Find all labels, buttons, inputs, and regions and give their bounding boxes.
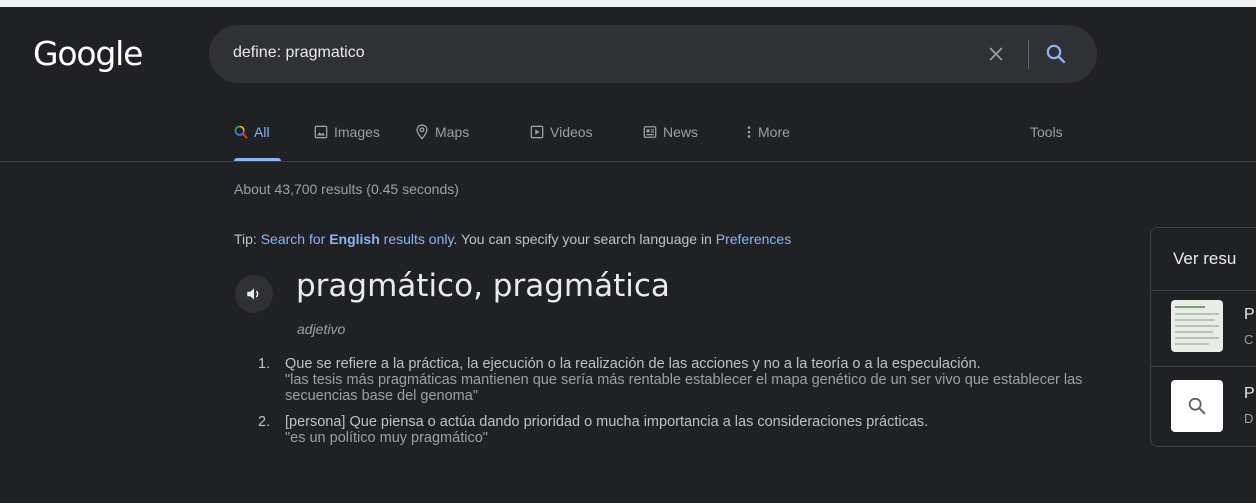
thumbnail-decoration xyxy=(1175,313,1219,315)
google-logo[interactable]: Google xyxy=(33,34,143,73)
close-icon[interactable] xyxy=(985,43,1007,65)
side-result-source: C xyxy=(1244,332,1254,347)
link-text: Search for xyxy=(260,231,330,247)
link-text: results only xyxy=(379,231,454,247)
search-input[interactable]: define: pragmatico xyxy=(233,44,365,62)
thumbnail-decoration xyxy=(1175,306,1205,308)
side-result-title[interactable]: P xyxy=(1244,385,1255,403)
header-divider xyxy=(0,161,1256,162)
tab-label: More xyxy=(758,124,790,140)
definition-item: 1. Que se refiere a la práctica, la ejec… xyxy=(258,356,1118,404)
side-results-panel: Ver resu P C P D xyxy=(1150,227,1256,447)
tab-label: All xyxy=(254,124,270,140)
image-icon xyxy=(314,125,328,139)
pronunciation-button[interactable] xyxy=(235,275,273,313)
map-pin-icon xyxy=(416,124,428,140)
side-panel-title: Ver resu xyxy=(1173,249,1237,268)
side-result-source: D xyxy=(1244,411,1254,426)
tab-label: News xyxy=(663,124,699,140)
side-result-title[interactable]: P xyxy=(1244,306,1255,324)
tab-label: Images xyxy=(334,124,380,140)
search-icon xyxy=(234,125,248,139)
play-icon xyxy=(530,125,544,139)
preferences-link[interactable]: Preferences xyxy=(716,231,791,247)
definition-number: 2. xyxy=(258,414,271,430)
thumbnail-decoration xyxy=(1175,319,1215,321)
tab-videos[interactable]: Videos xyxy=(530,124,593,140)
more-vert-icon xyxy=(747,126,751,138)
thumbnail-decoration xyxy=(1175,325,1219,327)
part-of-speech: adjetivo xyxy=(297,321,346,337)
dictionary-headword: pragmático, pragmática xyxy=(296,268,670,304)
definition-example: "es un político muy pragmático" xyxy=(285,430,488,446)
tab-images[interactable]: Images xyxy=(314,124,380,140)
side-divider xyxy=(1151,290,1256,291)
search-bar[interactable]: define: pragmatico xyxy=(209,25,1097,83)
tip-prefix: Tip: xyxy=(234,231,261,247)
result-stats: About 43,700 results (0.45 seconds) xyxy=(234,181,459,197)
definition-text: Que se refiere a la práctica, la ejecuci… xyxy=(285,356,981,372)
browser-top-strip xyxy=(0,0,1256,7)
news-icon xyxy=(643,126,657,138)
language-tip: Tip: Search for English results only. Yo… xyxy=(234,231,791,247)
tab-more[interactable]: More xyxy=(746,124,790,140)
definition-list: 1. Que se refiere a la práctica, la ejec… xyxy=(258,356,1118,456)
search-icon xyxy=(1188,397,1206,415)
side-divider xyxy=(1151,366,1256,367)
thumbnail-decoration xyxy=(1175,337,1219,339)
search-divider xyxy=(1028,40,1029,69)
thumbnail-decoration xyxy=(1175,331,1213,333)
tab-news[interactable]: News xyxy=(643,124,698,140)
definition-example: "las tesis más pragmáticas mantienen que… xyxy=(285,372,1083,404)
definition-item: 2. [persona] Que piensa o actúa dando pr… xyxy=(258,414,1118,446)
search-icon[interactable] xyxy=(1044,42,1068,66)
speaker-icon xyxy=(247,288,259,300)
definition-number: 1. xyxy=(258,356,271,372)
tab-all[interactable]: All xyxy=(234,124,270,140)
tab-label: Maps xyxy=(435,124,470,140)
thumbnail-decoration xyxy=(1175,343,1209,345)
tab-maps[interactable]: Maps xyxy=(415,124,469,140)
tab-label: Videos xyxy=(550,124,593,140)
definition-text: [persona] Que piensa o actúa dando prior… xyxy=(285,414,929,430)
english-only-link[interactable]: Search for English results only xyxy=(261,231,454,247)
tools-button[interactable]: Tools xyxy=(1030,124,1063,140)
tip-middle: . You can specify your search language i… xyxy=(453,231,716,247)
side-result-search-button[interactable] xyxy=(1171,380,1223,432)
link-bold-text: English xyxy=(329,231,380,247)
result-thumbnail[interactable] xyxy=(1171,300,1223,352)
